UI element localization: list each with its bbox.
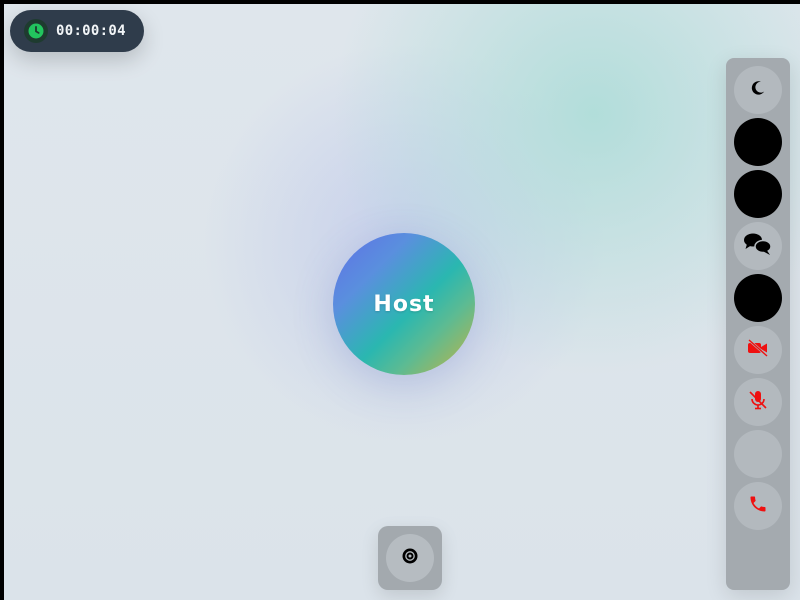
theme-toggle-button[interactable] <box>734 66 782 114</box>
chat-button[interactable] <box>734 222 782 270</box>
control-button-3[interactable] <box>734 170 782 218</box>
control-button-2[interactable] <box>734 118 782 166</box>
call-controls-sidebar <box>726 58 790 590</box>
clock-icon <box>24 19 48 43</box>
mic-off-icon <box>746 388 770 416</box>
chat-bubbles-icon <box>742 231 774 261</box>
hang-up-button[interactable] <box>734 482 782 530</box>
timer-text: 00:00:04 <box>56 23 126 39</box>
mic-toggle-button[interactable] <box>734 378 782 426</box>
participant-avatar: Host <box>333 233 475 375</box>
control-button-5[interactable] <box>734 274 782 322</box>
moon-icon <box>748 78 768 102</box>
video-off-icon <box>746 338 770 362</box>
record-icon <box>400 546 420 570</box>
bottom-dock <box>378 526 442 590</box>
control-button-8[interactable] <box>734 430 782 478</box>
call-timer: 00:00:04 <box>10 10 144 52</box>
record-button[interactable] <box>386 534 434 582</box>
participant-name: Host <box>373 291 435 317</box>
phone-icon <box>748 494 768 518</box>
camera-toggle-button[interactable] <box>734 326 782 374</box>
